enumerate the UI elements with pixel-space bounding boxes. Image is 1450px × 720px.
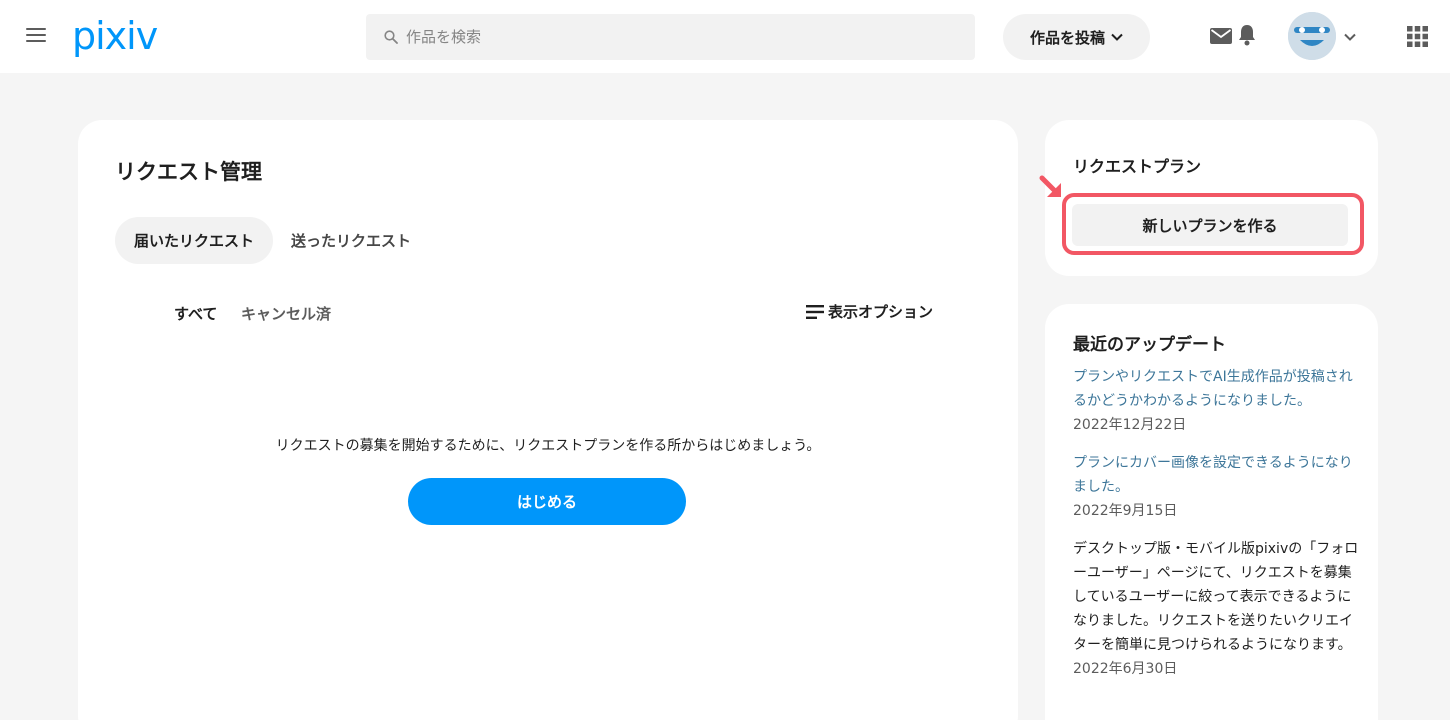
- request-plan-card: リクエストプラン 新しいプランを作る: [1039, 120, 1378, 276]
- recent-updates-card: 最近のアップデート プランやリクエストでAI生成作品が投稿されるかどうかわかるよ…: [1045, 304, 1378, 720]
- update-text: デスクトップ版・モバイル版pixivの「フォローユーザー」ページにて、リクエスト…: [1073, 541, 1359, 653]
- start-button[interactable]: はじめる: [408, 478, 686, 525]
- display-options-label: 表示オプション: [828, 303, 934, 321]
- update-date: 2022年9月15日: [1073, 503, 1178, 519]
- update-list: プランやリクエストでAI生成作品が投稿されるかどうかわかるようになりました。 2…: [1073, 365, 1363, 695]
- user-avatar[interactable]: [1288, 12, 1336, 60]
- update-link[interactable]: プランにカバー画像を設定できるようになりました。: [1073, 451, 1363, 499]
- page-title: リクエスト管理: [115, 160, 262, 184]
- update-date: 2022年12月22日: [1073, 417, 1187, 433]
- request-plan-title: リクエストプラン: [1073, 157, 1202, 176]
- post-work-label: 作品を投稿: [1029, 28, 1105, 47]
- pixiv-logo[interactable]: pixiv: [72, 14, 158, 58]
- hamburger-menu-icon[interactable]: [26, 28, 46, 44]
- request-management-card: リクエスト管理 届いたリクエスト 送ったリクエスト すべて キャンセル済 表示オ…: [78, 120, 1018, 720]
- filter-cancelled[interactable]: キャンセル済: [241, 303, 331, 324]
- filter-all[interactable]: すべて: [174, 303, 217, 324]
- list-item: プランやリクエストでAI生成作品が投稿されるかどうかわかるようになりました。 2…: [1073, 365, 1363, 437]
- search-icon: [384, 30, 398, 44]
- list-options-icon: [806, 304, 824, 319]
- list-item: デスクトップ版・モバイル版pixivの「フォローユーザー」ページにて、リクエスト…: [1073, 537, 1363, 681]
- post-work-button[interactable]: 作品を投稿: [1003, 14, 1150, 60]
- search-input[interactable]: [406, 28, 906, 46]
- create-new-plan-button[interactable]: 新しいプランを作る: [1072, 204, 1348, 246]
- update-link[interactable]: プランやリクエストでAI生成作品が投稿されるかどうかわかるようになりました。: [1073, 365, 1363, 413]
- mail-icon[interactable]: [1210, 28, 1232, 44]
- pointer-arrow-icon: [1039, 175, 1061, 197]
- display-options-button[interactable]: 表示オプション: [806, 301, 933, 322]
- top-header: pixiv 作品を投稿: [0, 0, 1450, 73]
- chevron-down-icon: [1111, 33, 1123, 41]
- recent-updates-title: 最近のアップデート: [1073, 335, 1226, 355]
- bell-icon[interactable]: [1238, 24, 1256, 46]
- chevron-down-icon[interactable]: [1344, 33, 1356, 41]
- apps-grid-icon[interactable]: [1407, 26, 1428, 47]
- tab-received-requests[interactable]: 届いたリクエスト: [115, 217, 273, 264]
- empty-state-message: リクエストの募集を開始するために、リクエストプランを作る所からはじめましょう。: [275, 438, 821, 454]
- avatar-face-icon: [1288, 12, 1336, 60]
- search-bar[interactable]: [366, 14, 975, 60]
- update-date: 2022年6月30日: [1073, 661, 1178, 677]
- list-item: プランにカバー画像を設定できるようになりました。 2022年9月15日: [1073, 451, 1363, 523]
- tab-sent-requests[interactable]: 送ったリクエスト: [281, 217, 421, 264]
